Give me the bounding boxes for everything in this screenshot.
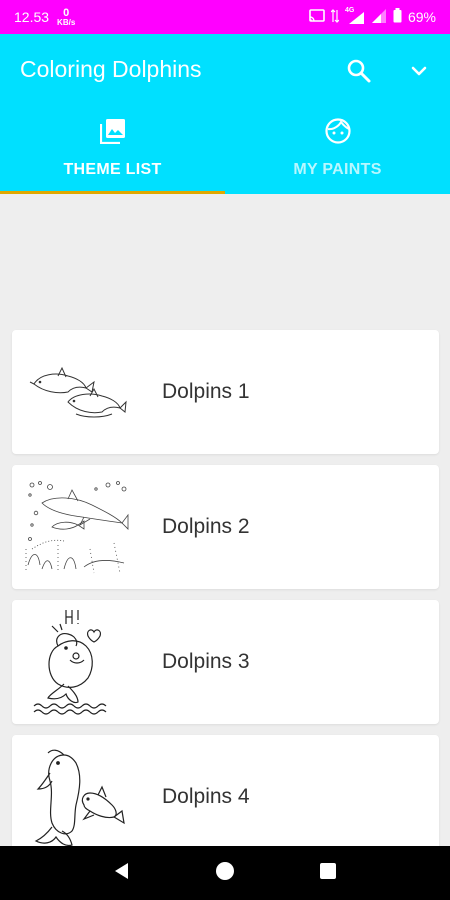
photo-library-icon: [99, 118, 126, 149]
app-bar: Coloring Dolphins THEME LIST MY PAINTS: [0, 34, 450, 194]
theme-card-label: Dolpins 3: [162, 650, 250, 673]
tab-my-paints-label: MY PAINTS: [293, 161, 382, 178]
home-icon: [215, 861, 235, 886]
dolphin-mother-and-baby-sketch-thumbnail: [22, 741, 134, 853]
app-title: Coloring Dolphins: [20, 56, 202, 82]
battery-icon: [393, 8, 402, 26]
tab-theme-list-label: THEME LIST: [63, 161, 162, 178]
data-arrows-icon: [330, 8, 340, 26]
theme-card-dolpins-4[interactable]: Dolpins 4: [12, 735, 439, 859]
network-type-label: 4G: [344, 7, 355, 14]
back-icon: [112, 861, 132, 886]
system-nav-bar: [0, 846, 450, 900]
nav-back-button[interactable]: [107, 858, 137, 888]
theme-card-label: Dolpins 2: [162, 515, 250, 538]
tab-indicator: [0, 191, 225, 194]
signal-icon: [371, 8, 387, 27]
net-speed-indicator: 0 KB/s: [57, 6, 76, 27]
search-button[interactable]: [344, 56, 374, 86]
dolphins-jumping-sketch-thumbnail: [22, 336, 134, 448]
recents-icon: [318, 861, 338, 886]
theme-card-dolpins-1[interactable]: Dolpins 1: [12, 330, 439, 454]
status-bar: 12.53 0 KB/s 4G 69%: [0, 0, 450, 34]
dolphin-saying-hi-sketch-thumbnail: [22, 606, 134, 718]
nav-home-button[interactable]: [210, 858, 240, 888]
signal-4g-icon: 4G: [344, 7, 365, 25]
tab-my-paints[interactable]: MY PAINTS: [225, 110, 450, 194]
net-speed-unit: KB/s: [57, 17, 76, 27]
theme-list: Dolpins 1 Dolpins 2 Dolpins 3 Dolpins 4: [12, 330, 439, 870]
nav-recents-button[interactable]: [313, 858, 343, 888]
theme-card-dolpins-2[interactable]: Dolpins 2: [12, 465, 439, 589]
theme-card-label: Dolpins 4: [162, 785, 250, 808]
theme-card-dolpins-3[interactable]: Dolpins 3: [12, 600, 439, 724]
battery-percent: 69%: [407, 9, 436, 25]
net-speed-value: 0: [63, 6, 70, 19]
face-icon: [324, 118, 351, 149]
tab-bar: THEME LIST MY PAINTS: [0, 110, 450, 194]
status-time: 12.53: [14, 9, 50, 25]
search-icon: [344, 59, 374, 90]
tab-theme-list[interactable]: THEME LIST: [0, 110, 225, 194]
dolphins-underwater-sketch-thumbnail: [22, 471, 134, 583]
chevron-down-icon: [404, 66, 434, 90]
theme-card-label: Dolpins 1: [162, 380, 250, 403]
more-button[interactable]: [404, 56, 434, 86]
cast-icon: [309, 8, 325, 26]
